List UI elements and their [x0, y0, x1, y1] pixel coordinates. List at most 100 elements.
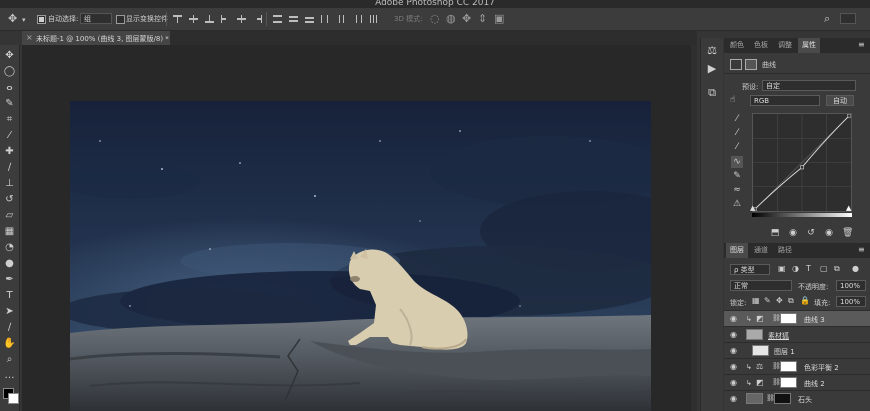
black-point-eyedropper-icon[interactable]: ⁄	[731, 113, 743, 125]
white-point-eyedropper-icon[interactable]: ⁄	[731, 141, 743, 153]
quick-select-icon[interactable]: ✎	[3, 98, 16, 110]
zoom-icon[interactable]: ⌕	[3, 354, 16, 366]
align-hcenter-icon[interactable]	[237, 15, 246, 23]
align-top-icon[interactable]	[173, 15, 182, 23]
smooth-curve-icon[interactable]: ≈	[731, 184, 743, 196]
visibility-eye-icon[interactable]: ◉	[730, 362, 737, 371]
tab-color[interactable]: 颜色	[726, 38, 748, 53]
targeted-adjust-icon[interactable]: ☝	[730, 95, 735, 105]
search-icon[interactable]: ⌕	[824, 13, 830, 24]
more-tools-icon[interactable]: …	[3, 370, 16, 382]
tab-channels[interactable]: 通道	[750, 243, 772, 258]
lock-transparent-icon[interactable]: ▦	[752, 296, 760, 305]
layer-mask-thumbnail[interactable]	[780, 377, 797, 388]
distribute-left-icon[interactable]	[321, 15, 330, 23]
line-icon[interactable]: ∕	[3, 322, 16, 334]
filter-type-icon[interactable]: T	[806, 264, 811, 273]
layer-row[interactable]: ◉ 素材狐	[724, 326, 870, 342]
layer-mask-thumbnail[interactable]	[780, 361, 797, 372]
tab-paths[interactable]: 路径	[774, 243, 796, 258]
hand-icon[interactable]: ✋	[3, 338, 16, 350]
path-select-icon[interactable]: ➤	[3, 306, 16, 318]
mask-icon[interactable]	[745, 59, 757, 70]
lock-pixels-icon[interactable]: ✎	[764, 296, 771, 305]
blend-mode-dropdown[interactable]: 正常	[730, 280, 792, 291]
3d-scale-icon[interactable]: ▣	[494, 13, 504, 24]
edit-points-icon[interactable]: ∿	[731, 156, 743, 168]
distribute-top-icon[interactable]	[273, 15, 282, 23]
gray-point-eyedropper-icon[interactable]: ⁄	[731, 127, 743, 139]
layer-row[interactable]: ◉ ↳ ⚖ ⛓ 色彩平衡 2	[724, 358, 870, 374]
layer-mask-thumbnail[interactable]	[780, 313, 797, 324]
white-point-slider-icon[interactable]: ▲	[846, 204, 851, 212]
canvas-image[interactable]	[70, 101, 651, 411]
auto-align-icon[interactable]	[369, 15, 378, 23]
layer-row[interactable]: ◉ ↳ ◩ ⛓ 曲线 2	[724, 374, 870, 390]
play-actions-icon[interactable]: ▶	[705, 62, 719, 76]
show-transform-checkbox[interactable]	[116, 15, 125, 24]
marquee-icon[interactable]: ◯	[3, 66, 16, 78]
3d-orbit-icon[interactable]: ◌	[430, 13, 440, 24]
type-icon[interactable]: T	[3, 290, 16, 302]
panel-menu-icon[interactable]: ≡	[858, 245, 865, 254]
black-point-slider-icon[interactable]: ▲	[750, 204, 755, 212]
auto-button[interactable]: 自动	[826, 95, 854, 106]
align-vcenter-icon[interactable]	[189, 15, 198, 23]
draw-curve-icon[interactable]: ✎	[731, 170, 743, 182]
3d-slide-icon[interactable]: ⇕	[478, 13, 487, 24]
filter-shape-icon[interactable]: ▢	[820, 264, 828, 273]
distribute-bottom-icon[interactable]	[305, 15, 314, 23]
lock-all-icon[interactable]: 🔒	[800, 296, 810, 305]
panel-menu-icon[interactable]: ≡	[858, 40, 865, 49]
distribute-right-icon[interactable]	[353, 15, 362, 23]
distribute-vcenter-icon[interactable]	[289, 15, 298, 23]
filter-toggle-icon[interactable]: ●	[852, 264, 859, 273]
curves-graph[interactable]	[752, 113, 852, 212]
layer-row[interactable]: ◉ ⛓ 石头	[724, 390, 870, 406]
tab-swatches[interactable]: 色板	[750, 38, 772, 53]
tab-properties[interactable]: 属性	[798, 38, 820, 53]
opacity-field[interactable]: 100%	[836, 280, 866, 291]
document-tab[interactable]: × 未标题-1 @ 100% (曲线 3, 图层蒙版/8) *	[22, 31, 170, 45]
visibility-eye-icon[interactable]: ◉	[730, 314, 737, 323]
visibility-icon[interactable]: ◉	[824, 228, 834, 238]
lock-position-icon[interactable]: ✥	[776, 296, 783, 305]
close-icon[interactable]: ×	[26, 33, 33, 42]
3d-pan-icon[interactable]: ✥	[462, 13, 471, 24]
layer-row[interactable]: ◉ ↳ ◩ ⛓ 曲线 3	[724, 310, 870, 326]
filter-pixel-icon[interactable]: ▣	[778, 264, 786, 273]
vertical-scrollbar[interactable]	[691, 45, 697, 411]
lasso-icon[interactable]: ⴰ	[3, 82, 16, 94]
tool-preset-chevron-icon[interactable]: ▾	[22, 15, 26, 26]
reset-icon[interactable]: ↺	[806, 228, 816, 238]
eyedropper-icon[interactable]: ⁄	[3, 130, 16, 142]
3d-roll-icon[interactable]: ◍	[446, 13, 456, 24]
preset-dropdown[interactable]: 自定	[762, 80, 856, 91]
clipping-warning-icon[interactable]: ⚠	[731, 198, 743, 210]
lock-artboard-icon[interactable]: ⧉	[788, 296, 794, 306]
curve-control-point[interactable]	[800, 165, 804, 170]
visibility-eye-icon[interactable]: ◉	[730, 394, 737, 403]
layer-filter-dropdown[interactable]: ρ 类型	[730, 264, 770, 275]
healing-brush-icon[interactable]: ✚	[3, 146, 16, 158]
visibility-eye-icon[interactable]: ◉	[730, 378, 737, 387]
tab-layers[interactable]: 图层	[726, 243, 748, 258]
delete-icon[interactable]: 🗑	[842, 228, 853, 238]
align-right-icon[interactable]	[253, 15, 262, 23]
channel-dropdown[interactable]: RGB	[750, 95, 820, 106]
filter-smart-icon[interactable]: ⧉	[834, 264, 840, 274]
layer-row[interactable]: ◉ 图层 1	[724, 342, 870, 358]
glyphs-icon[interactable]: ⧉	[705, 86, 719, 100]
history-icon[interactable]: ⚖	[705, 44, 719, 58]
auto-select-checkbox[interactable]	[37, 15, 46, 24]
view-previous-icon[interactable]: ◉	[788, 228, 798, 238]
brush-icon[interactable]: ∕	[3, 162, 16, 174]
curve-control-point[interactable]	[847, 113, 852, 118]
tab-adjustments[interactable]: 调整	[774, 38, 796, 53]
crop-icon[interactable]: ⌗	[3, 114, 16, 126]
auto-select-dropdown[interactable]: 组	[80, 13, 112, 24]
filter-adjustment-icon[interactable]: ◑	[792, 264, 799, 273]
align-left-icon[interactable]	[221, 15, 230, 23]
move-icon[interactable]: ✥	[3, 50, 16, 62]
history-brush-icon[interactable]: ↺	[3, 194, 16, 206]
